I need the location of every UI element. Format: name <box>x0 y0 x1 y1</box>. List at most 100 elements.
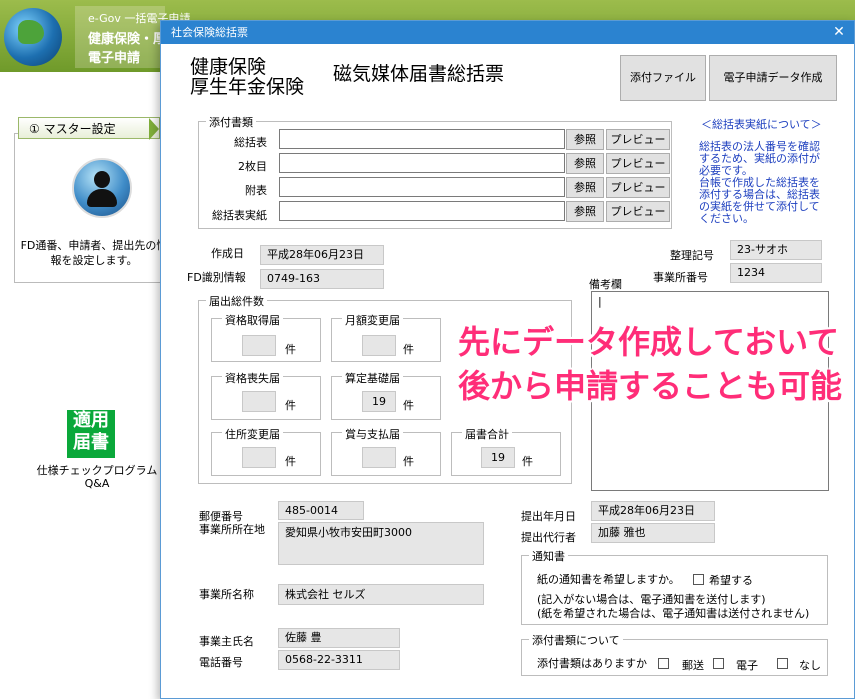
user-icon[interactable] <box>72 158 132 218</box>
count-total-label: 届書合計 <box>462 426 512 442</box>
office-no-label: 事業所番号 <box>653 271 708 284</box>
count-bonus-unit: 件 <box>403 455 414 468</box>
count-address-unit: 件 <box>285 455 296 468</box>
annotation-overlay: 先にデータ作成しておいて 後から申請することも可能 <box>458 320 842 408</box>
attach-field-paper[interactable] <box>279 201 565 221</box>
attach-type-question: 添付書類はありますか <box>537 657 647 670</box>
office-no-field[interactable]: 1234 <box>730 263 822 283</box>
browse-button-summary[interactable]: 参照 <box>566 129 604 150</box>
ref-no-label: 整理記号 <box>670 249 714 262</box>
phone-label: 電話番号 <box>199 656 243 669</box>
count-bonus-label: 賞与支払届 <box>342 426 403 442</box>
heading-line2: 厚生年金保険 <box>190 76 305 98</box>
notice-note2: (紙を希望された場合は、電子通知書は送付されません) <box>537 607 810 620</box>
count-total-field[interactable]: 19 <box>481 447 515 468</box>
spec-check-icon[interactable]: 適用 届書 <box>67 410 115 458</box>
count-loss-label: 資格喪失届 <box>222 370 283 386</box>
submit-date-field[interactable]: 平成28年06月23日 <box>591 501 715 521</box>
notice-checkbox[interactable] <box>693 574 704 585</box>
count-total-unit: 件 <box>522 455 533 468</box>
attach-type-mail-checkbox[interactable] <box>658 658 669 669</box>
attach-type-electronic-label: 電子 <box>736 659 758 672</box>
attach-label-paper: 総括表実紙 <box>212 209 267 222</box>
office-name-label: 事業所名称 <box>199 588 254 601</box>
globe-icon <box>4 8 62 66</box>
remarks-label: 備考欄 <box>589 278 622 291</box>
notice-group-label: 通知書 <box>529 548 568 564</box>
heading-line1: 健康保険 <box>190 56 267 78</box>
attachments-group-label: 添付書類 <box>206 114 256 130</box>
info-line7: ください。 <box>699 212 754 225</box>
preview-button-appendix[interactable]: プレビュー <box>606 177 670 198</box>
info-title: ＜総括表実紙について＞ <box>701 118 822 131</box>
notice-checkbox-label: 希望する <box>709 574 753 587</box>
count-loss-field[interactable] <box>242 391 276 412</box>
heading-right: 磁気媒体届書総括票 <box>333 63 505 85</box>
fd-field[interactable]: 0749-163 <box>260 269 384 289</box>
count-calculation-label: 算定基礎届 <box>342 370 403 386</box>
attach-field-appendix[interactable] <box>279 177 565 197</box>
count-address-field[interactable] <box>242 447 276 468</box>
ref-no-field[interactable]: 23-サオホ <box>730 240 822 260</box>
app-header-line3: 電子申請 <box>88 51 141 66</box>
count-calculation-field[interactable]: 19 <box>362 391 396 412</box>
created-date-label: 作成日 <box>211 247 244 260</box>
submit-date-label: 提出年月日 <box>521 510 576 523</box>
office-name-field[interactable]: 株式会社 セルズ <box>278 584 484 605</box>
create-data-button[interactable]: 電子申請データ作成 <box>709 55 837 101</box>
agent-field[interactable]: 加藤 雅也 <box>591 523 715 543</box>
count-acquisition-unit: 件 <box>285 343 296 356</box>
preview-button-paper[interactable]: プレビュー <box>606 201 670 222</box>
count-address-label: 住所変更届 <box>222 426 283 442</box>
attach-field-summary[interactable] <box>279 129 565 149</box>
fd-label: FD識別情報 <box>187 271 246 284</box>
phone-field[interactable]: 0568-22-3311 <box>278 650 400 670</box>
browse-button-paper[interactable]: 参照 <box>566 201 604 222</box>
preview-button-page2[interactable]: プレビュー <box>606 153 670 174</box>
browse-button-appendix[interactable]: 参照 <box>566 177 604 198</box>
postal-field[interactable]: 485-0014 <box>278 501 364 520</box>
dialog-title: 社会保険総括票 <box>171 26 248 39</box>
count-monthly-field[interactable] <box>362 335 396 356</box>
count-loss-unit: 件 <box>285 399 296 412</box>
owner-field[interactable]: 佐藤 豊 <box>278 628 400 648</box>
count-acquisition-label: 資格取得届 <box>222 312 283 328</box>
annotation-line1: 先にデータ作成しておいて <box>458 323 840 361</box>
attach-field-page2[interactable] <box>279 153 565 173</box>
counts-group-label: 届出総件数 <box>206 293 267 309</box>
annotation-line2: 後から申請することも可能 <box>458 367 843 405</box>
count-monthly-unit: 件 <box>403 343 414 356</box>
agent-label: 提出代行者 <box>521 531 576 544</box>
browse-button-page2[interactable]: 参照 <box>566 153 604 174</box>
owner-label: 事業主氏名 <box>199 635 254 648</box>
spec-qa-label[interactable]: Q&A <box>22 477 172 490</box>
count-bonus-field[interactable] <box>362 447 396 468</box>
count-acquisition-field[interactable] <box>242 335 276 356</box>
master-tab-label: ① マスター設定 <box>29 122 116 136</box>
attach-label-appendix: 附表 <box>245 184 267 197</box>
arrow-right-icon <box>149 118 159 140</box>
attach-type-none-label: なし <box>799 659 821 672</box>
preview-button-summary[interactable]: プレビュー <box>606 129 670 150</box>
created-date-field[interactable]: 平成28年06月23日 <box>260 245 384 265</box>
attach-label-page2: 2枚目 <box>238 160 267 173</box>
spec-icon-text-bottom: 届書 <box>73 432 109 453</box>
spec-check-label[interactable]: 仕様チェックプログラム <box>22 462 172 478</box>
notice-question: 紙の通知書を希望しますか。 <box>537 573 680 586</box>
attach-type-group-label: 添付書類について <box>529 632 623 648</box>
count-calculation-unit: 件 <box>403 399 414 412</box>
address-field[interactable]: 愛知県小牧市安田町3000 <box>278 522 484 565</box>
attach-file-button[interactable]: 添付ファイル <box>620 55 706 101</box>
close-icon[interactable]: ✕ <box>824 21 854 44</box>
address-label: 事業所所在地 <box>199 523 265 536</box>
attach-type-electronic-checkbox[interactable] <box>713 658 724 669</box>
master-description: FD通番、申請者、提出先の情報を設定します。 <box>20 239 168 267</box>
attach-label-summary: 総括表 <box>234 136 267 149</box>
dialog-titlebar: 社会保険総括票 ✕ <box>161 21 854 44</box>
spec-icon-text-top: 適用 <box>73 410 109 431</box>
master-settings-tab[interactable]: ① マスター設定 <box>18 117 160 140</box>
attach-type-mail-label: 郵送 <box>682 659 704 672</box>
app-header-line2: 健康保険・厚 <box>88 32 167 47</box>
attach-type-none-checkbox[interactable] <box>777 658 788 669</box>
count-monthly-label: 月額変更届 <box>342 312 403 328</box>
